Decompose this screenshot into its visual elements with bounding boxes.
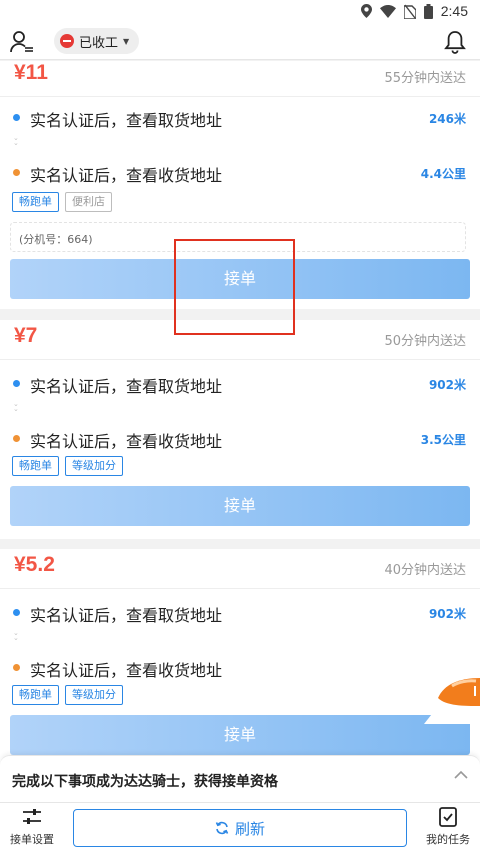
chevron-down-icon: ⌄ ⌄ <box>13 134 19 147</box>
qualification-title: 完成以下事项成为达达骑士，获得接单资格 <box>12 774 278 790</box>
dropoff-address-row: 实名认证后，查看收货地址 3.5公里 <box>0 426 480 452</box>
chevron-down-icon: ⌄ ⌄ <box>13 629 19 642</box>
user-profile-icon[interactable] <box>10 30 34 54</box>
pickup-address-row: 实名认证后，查看取货地址 246米 <box>0 105 480 131</box>
chevron-down-icon: ⌄ ⌄ <box>13 400 19 413</box>
pickup-dot-icon <box>13 609 20 616</box>
task-list-icon <box>439 807 457 827</box>
dropoff-address: 实名认证后，查看收货地址 <box>30 432 223 451</box>
refresh-icon <box>215 821 229 835</box>
delivery-eta: 50分钟内送达 <box>384 334 466 349</box>
qualification-panel[interactable]: 完成以下事项成为达达骑士，获得接单资格 <box>0 755 480 802</box>
order-tags: 畅跑单 便利店 <box>12 192 112 212</box>
my-tasks-button[interactable]: 我的任务 <box>418 807 478 851</box>
order-tags: 畅跑单 等级加分 <box>12 685 123 705</box>
order-header: ¥5.2 40分钟内送达 <box>0 549 480 589</box>
order-price: ¥7 <box>14 324 38 347</box>
floating-promo-widget[interactable] <box>424 676 480 724</box>
wifi-icon <box>379 4 396 18</box>
top-bar: 已收工 ▼ <box>0 24 480 60</box>
dropoff-address-row: 实名认证后，查看收货地址 4.4公里 <box>0 160 480 186</box>
dropoff-distance: 4.4公里 <box>420 167 466 181</box>
pickup-distance: 246米 <box>428 112 466 126</box>
sliders-icon <box>23 809 41 824</box>
chevron-up-icon[interactable] <box>454 768 468 782</box>
work-status-label: 已收工 <box>79 35 119 51</box>
order-tag: 畅跑单 <box>12 685 59 705</box>
pickup-address: 实名认证后，查看取货地址 <box>30 111 223 130</box>
pickup-dot-icon <box>13 114 20 121</box>
no-sim-icon <box>403 4 416 19</box>
order-tag: 等级加分 <box>65 685 123 705</box>
pickup-address-row: 实名认证后，查看取货地址 902米 <box>0 600 480 626</box>
order-settings-label: 接单设置 <box>10 833 54 846</box>
dropoff-dot-icon <box>13 169 20 176</box>
order-header: ¥11 55分钟内送达 <box>0 61 480 97</box>
dropoff-dot-icon <box>13 435 20 442</box>
pickup-address: 实名认证后，查看取货地址 <box>30 377 223 396</box>
notification-bell-icon[interactable] <box>444 30 466 54</box>
order-feed[interactable]: ¥11 55分钟内送达 实名认证后，查看取货地址 246米 ⌄ ⌄ 实名认证后，查… <box>0 61 480 801</box>
order-price: ¥11 <box>14 61 48 84</box>
pickup-dot-icon <box>13 380 20 387</box>
highlight-annotation-box <box>174 239 295 335</box>
accept-order-button[interactable]: 接单 <box>10 715 470 755</box>
order-tag: 等级加分 <box>65 456 123 476</box>
order-tag: 便利店 <box>65 192 112 212</box>
location-icon <box>360 4 372 18</box>
status-bar: 2:45 <box>0 0 480 24</box>
work-status-dropdown[interactable]: 已收工 ▼ <box>54 28 140 54</box>
dropoff-dot-icon <box>13 664 20 671</box>
dropoff-address: 实名认证后，查看收货地址 <box>30 166 223 185</box>
bottom-action-bar: 接单设置 刷新 我的任务 <box>0 802 480 853</box>
dropoff-address-row: 实名认证后，查看收货地址 <box>0 655 480 681</box>
caret-down-icon: ▼ <box>123 36 130 46</box>
order-tags: 畅跑单 等级加分 <box>12 456 123 476</box>
order-price: ¥5.2 <box>14 553 55 576</box>
delivery-eta: 40分钟内送达 <box>384 563 466 578</box>
order-card: ¥7 50分钟内送达 实名认证后，查看取货地址 902米 ⌄ ⌄ 实名认证后，查看… <box>0 320 480 539</box>
refresh-label: 刷新 <box>234 819 265 838</box>
my-tasks-label: 我的任务 <box>426 833 470 846</box>
order-tag: 畅跑单 <box>12 192 59 212</box>
dropoff-address: 实名认证后，查看收货地址 <box>30 661 223 680</box>
battery-icon <box>423 3 433 19</box>
order-tag: 畅跑单 <box>12 456 59 476</box>
dropoff-distance: 3.5公里 <box>420 433 466 447</box>
pickup-address-row: 实名认证后，查看取货地址 902米 <box>0 371 480 397</box>
pickup-distance: 902米 <box>428 607 466 621</box>
accept-order-button[interactable]: 接单 <box>10 486 470 526</box>
clock: 2:45 <box>440 3 468 19</box>
order-settings-button[interactable]: 接单设置 <box>2 807 62 851</box>
refresh-button[interactable]: 刷新 <box>73 809 407 847</box>
pickup-distance: 902米 <box>428 378 466 392</box>
pickup-address: 实名认证后，查看取货地址 <box>30 606 223 625</box>
stop-icon <box>60 34 74 48</box>
delivery-eta: 55分钟内送达 <box>384 71 466 86</box>
